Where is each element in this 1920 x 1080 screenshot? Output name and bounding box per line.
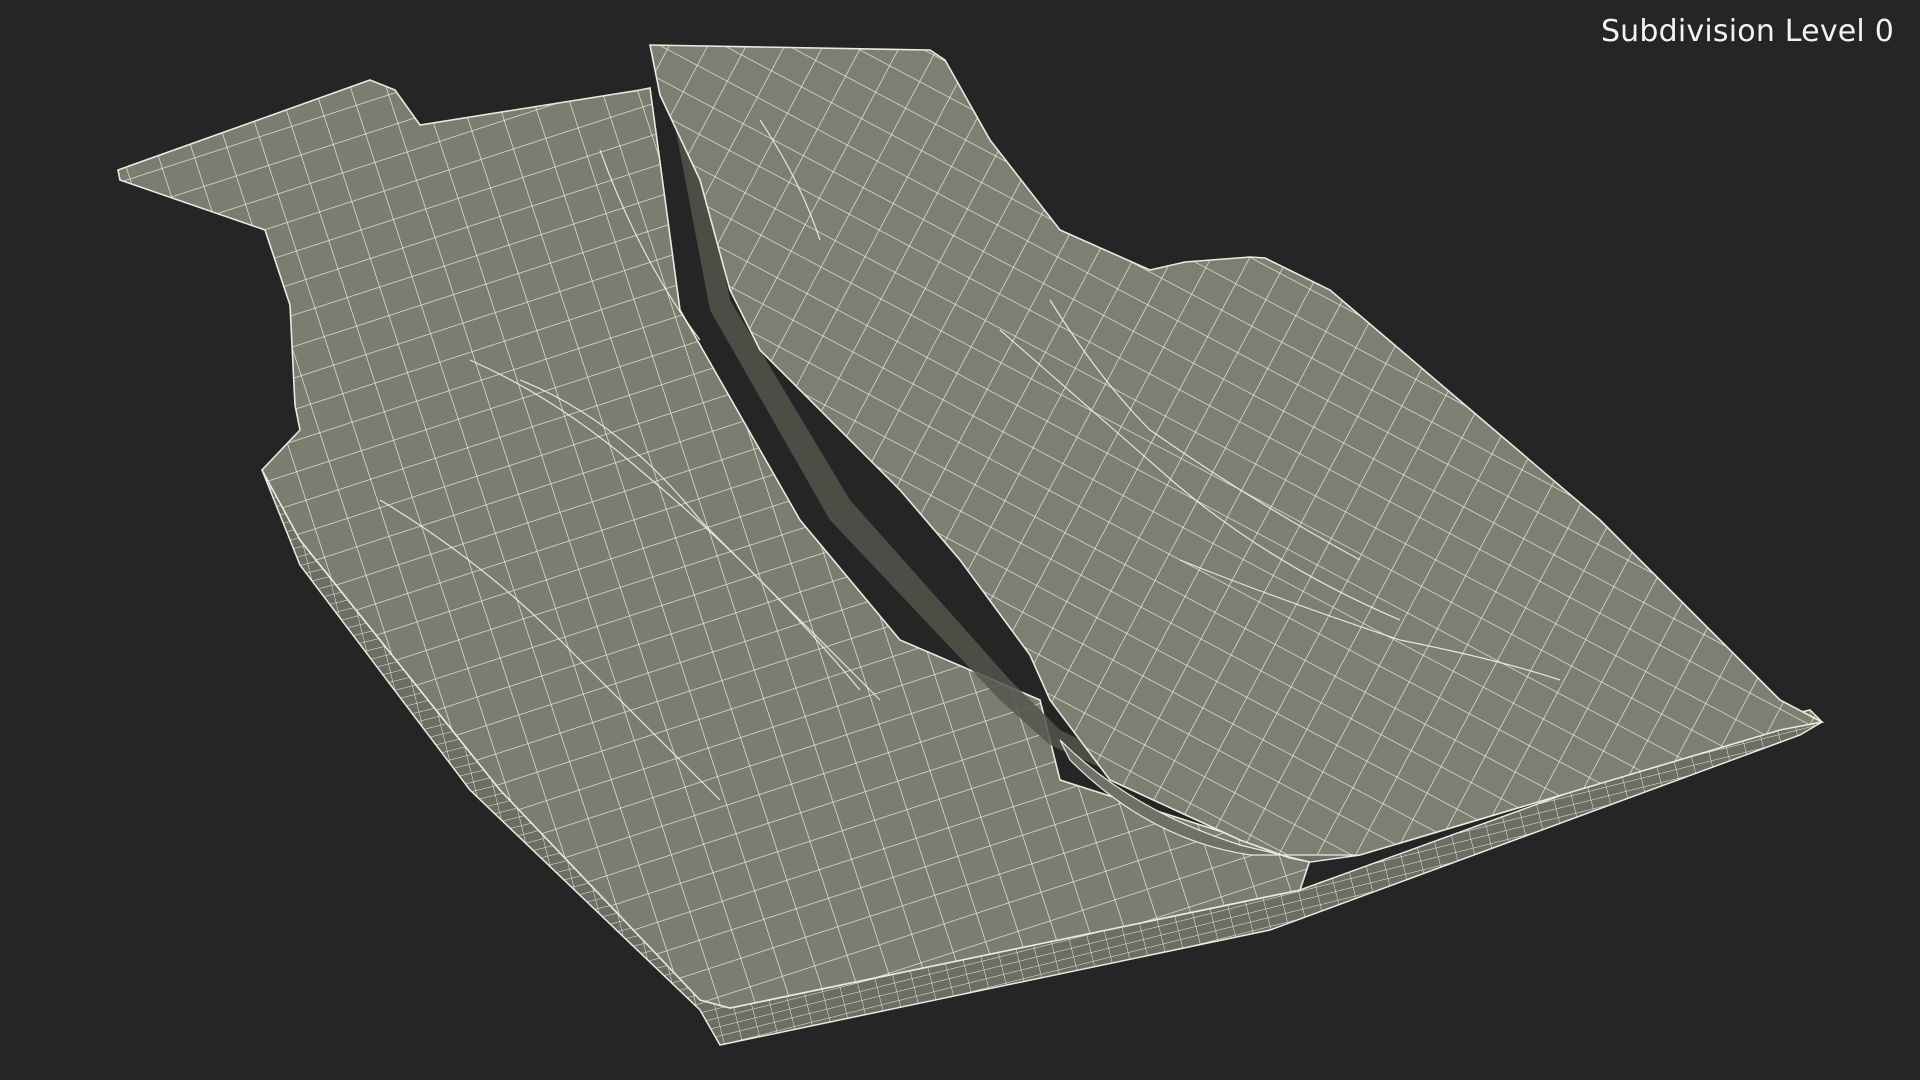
vest-mesh [117, 44, 1825, 1046]
subdivision-level-label: Subdivision Level 0 [1600, 14, 1894, 49]
3d-viewport[interactable]: Subdivision Level 0 [0, 0, 1920, 1080]
